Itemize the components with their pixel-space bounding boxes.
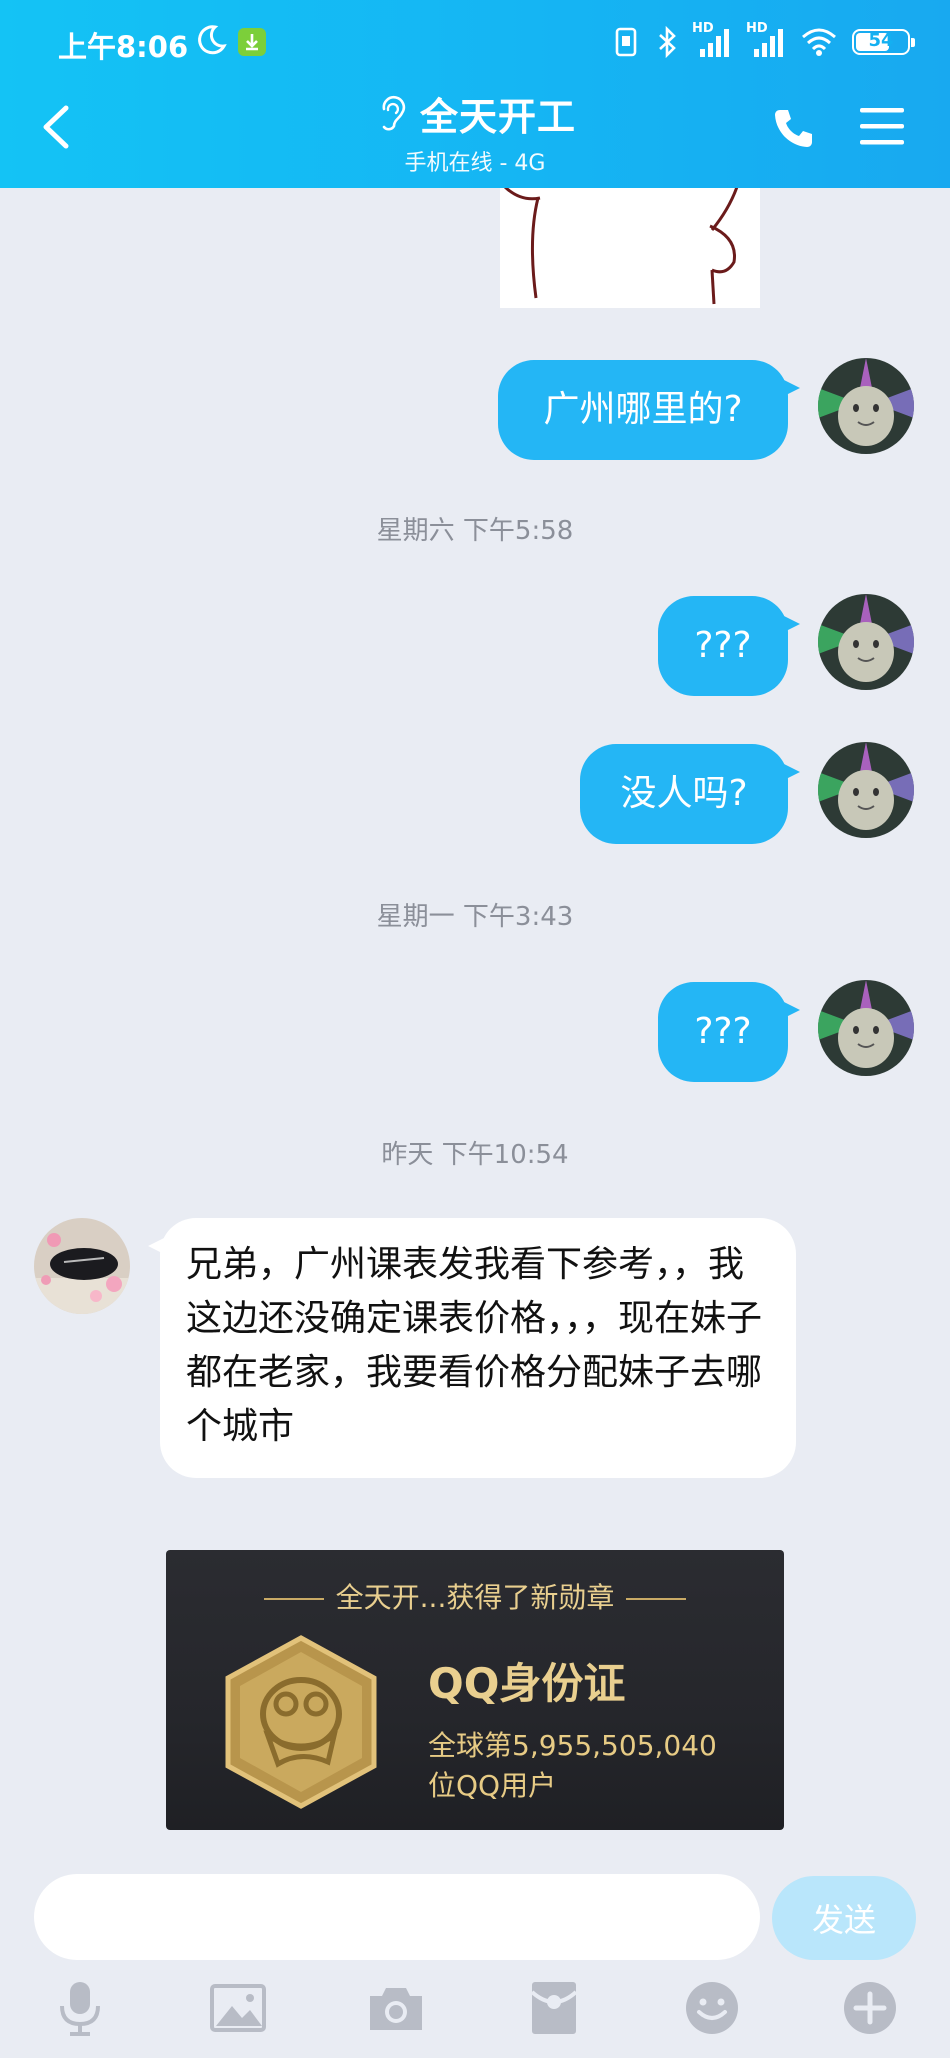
signal-icon-1: HD xyxy=(692,21,732,59)
image-icon[interactable] xyxy=(208,1978,268,2038)
microphone-icon[interactable] xyxy=(50,1978,110,2038)
incoming-message[interactable]: 兄弟，广州课表发我看下参考，，我这边还没确定课表价格，，，现在妹子都在老家，我要… xyxy=(148,1218,796,1478)
plus-icon[interactable] xyxy=(840,1978,900,2038)
my-avatar[interactable] xyxy=(818,594,914,690)
download-icon xyxy=(238,28,266,56)
status-time: 上午8:06 xyxy=(58,30,189,64)
status-bar: 上午8:06 HD HD 54 xyxy=(0,18,950,66)
chat-title: 全天开工 xyxy=(419,95,576,139)
contact-avatar[interactable] xyxy=(34,1218,130,1314)
camera-icon[interactable] xyxy=(366,1978,426,2038)
chat-header: 上午8:06 HD HD 54 全天开工 手机在线 - 4G xyxy=(0,0,950,188)
badge-card[interactable]: 全天开...获得了新勋章 QQ身份证 全球第5,955,505,040 位QQ用… xyxy=(166,1550,784,1830)
red-packet-icon[interactable] xyxy=(524,1978,584,2038)
screen-rotate-icon xyxy=(615,27,637,57)
moon-icon xyxy=(198,25,227,55)
phone-icon[interactable] xyxy=(770,104,818,152)
my-avatar[interactable] xyxy=(818,742,914,838)
outgoing-message[interactable]: ??? xyxy=(658,596,800,696)
outgoing-message[interactable]: ??? xyxy=(658,982,800,1082)
battery-icon: 54 xyxy=(852,29,915,55)
timestamp: 星期一 下午3:43 xyxy=(376,902,574,932)
badge-header: 全天开...获得了新勋章 xyxy=(166,1576,784,1616)
wifi-icon xyxy=(802,28,836,56)
message-input[interactable] xyxy=(34,1874,760,1960)
badge-title: QQ身份证 xyxy=(428,1659,626,1708)
bluetooth-icon xyxy=(659,26,676,58)
badge-description: 全球第5,955,505,040 位QQ用户 xyxy=(428,1729,717,1802)
send-button[interactable]: 发送 xyxy=(772,1876,916,1960)
ear-icon xyxy=(382,95,406,131)
outgoing-message[interactable]: 没人吗? xyxy=(580,744,800,844)
status-icons: HD HD 54 xyxy=(612,21,915,60)
emoji-icon[interactable] xyxy=(682,1978,742,2038)
outgoing-message[interactable]: 广州哪里的? xyxy=(498,360,800,460)
my-avatar[interactable] xyxy=(818,980,914,1076)
timestamp: 星期六 下午5:58 xyxy=(376,516,574,546)
timestamp: 昨天 下午10:54 xyxy=(381,1140,569,1170)
qq-medal-icon xyxy=(225,1635,377,1809)
input-bar: 发送 xyxy=(0,1858,950,2058)
toolbar xyxy=(0,1978,950,2048)
sticker-image[interactable] xyxy=(500,188,760,308)
signal-icon-2: HD xyxy=(746,21,786,59)
my-avatar[interactable] xyxy=(818,358,914,454)
sticker-drawing xyxy=(500,188,760,308)
message-list[interactable]: 广州哪里的? 星期六 下午5:58 ??? 没人吗? 星期一 下午3:43 ??… xyxy=(0,188,950,1858)
menu-icon[interactable] xyxy=(858,104,906,148)
